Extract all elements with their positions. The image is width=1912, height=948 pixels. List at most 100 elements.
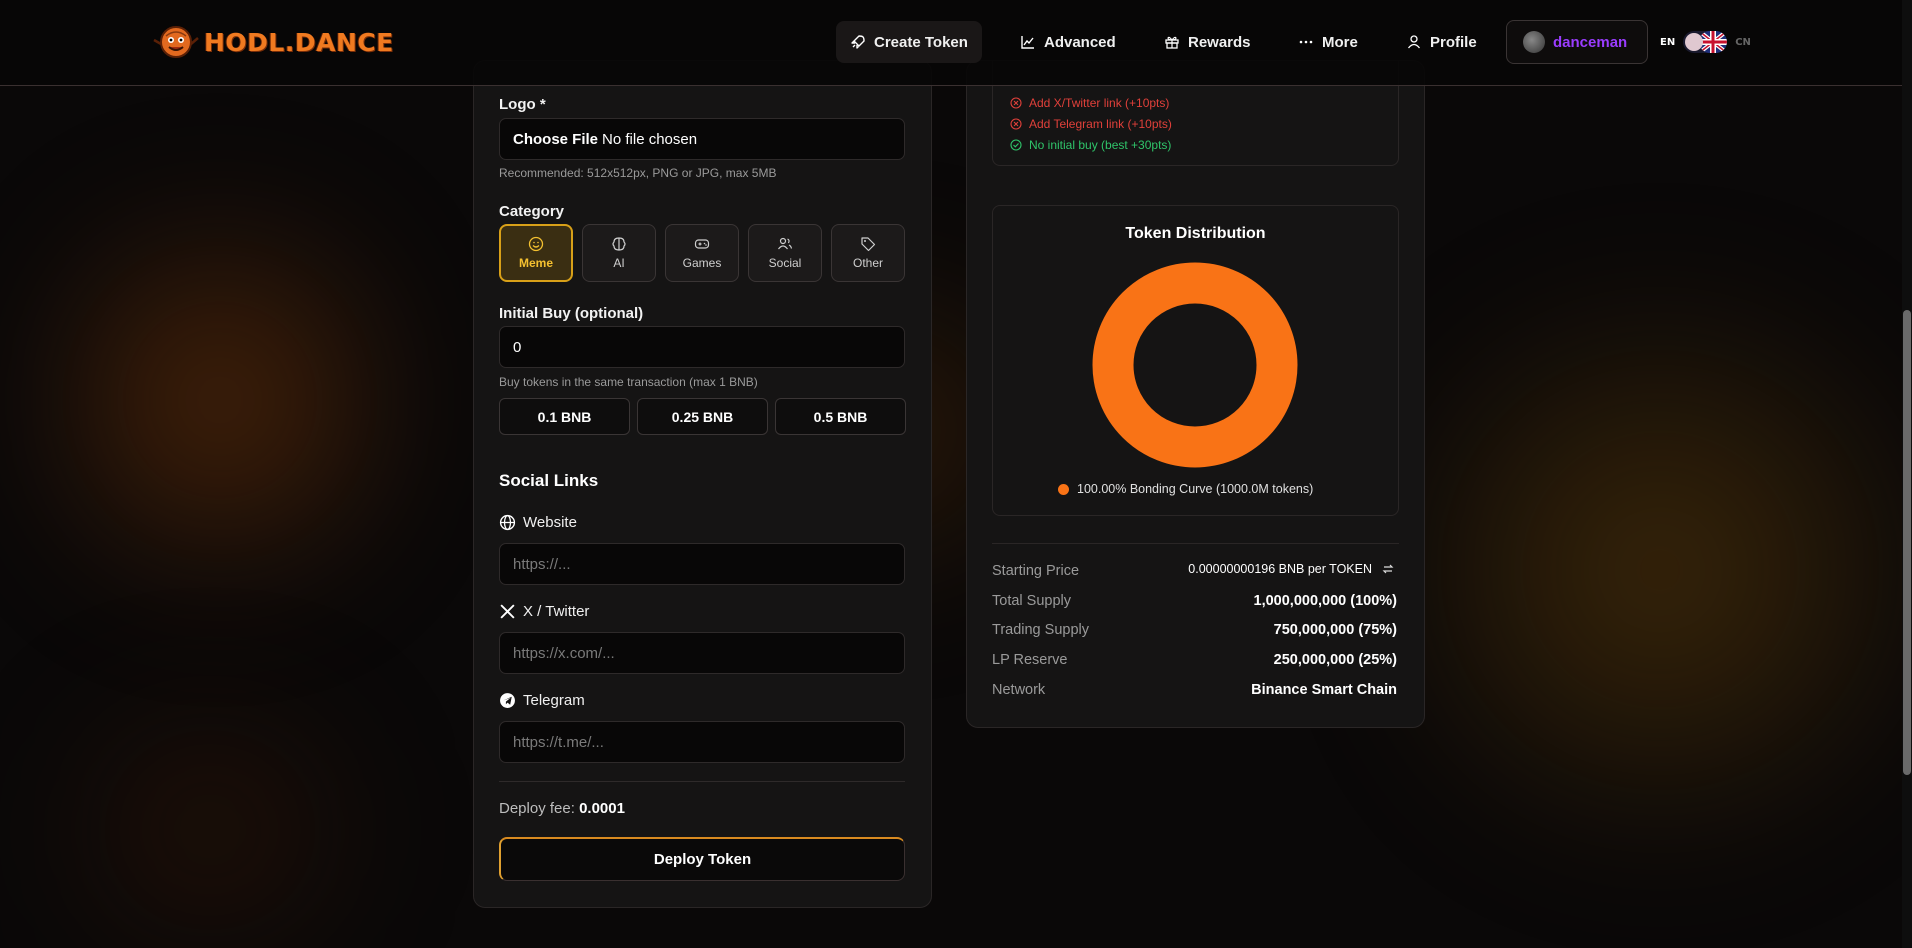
ellipsis-icon [1299,40,1313,44]
users-icon [778,237,793,250]
checklist-item-initial-buy: No initial buy (best +30pts) [1010,138,1171,152]
lang-cn-label: CN [1735,36,1751,48]
logo-file-input[interactable]: Choose File No file chosen [499,118,905,160]
gamepad-icon [694,239,710,249]
smile-icon [528,236,544,252]
deploy-fee-value: 0.0001 [579,800,625,817]
scrollbar-thumb[interactable] [1903,310,1911,775]
x-logo-icon [500,604,515,619]
nav-create-token-label: Create Token [874,33,968,51]
uk-flag-icon [1699,31,1728,53]
brand-name: HODL.DANCE [204,27,394,57]
trading-supply-value: 750,000,000 (75%) [1273,622,1397,638]
network-label: Network [992,682,1046,698]
lp-reserve-value: 250,000,000 (25%) [1273,652,1397,668]
website-input[interactable]: https://... [499,543,905,585]
trading-supply-label: Trading Supply [992,622,1089,638]
nav-rewards[interactable]: Rewards [1150,21,1265,63]
mascot-logo-icon [153,26,199,58]
quick-buy-0-1-button[interactable]: 0.1 BNB [499,398,630,435]
choose-file-button[interactable]: Choose File [513,131,598,148]
network-value: Binance Smart Chain [1251,682,1397,698]
globe-icon [499,514,516,531]
donut-segment-bonding-curve[interactable] [1092,262,1298,468]
top-nav-bar: HODL.DANCE Create Token Advanced Rewards… [0,0,1902,86]
logo-label: Logo * [499,96,546,113]
nav-more[interactable]: More [1284,21,1372,63]
category-label: Category [499,203,565,220]
initial-buy-input[interactable]: 0 [499,326,905,368]
checklist-item-telegram: Add Telegram link (+10pts) [1010,117,1172,131]
swap-icon[interactable] [1382,563,1394,575]
nav-rewards-label: Rewards [1188,33,1251,51]
telegram-input[interactable]: https://t.me/... [499,721,905,763]
nav-advanced-label: Advanced [1044,33,1116,51]
category-other[interactable]: Other [831,224,905,282]
twitter-label-text: X / Twitter [523,603,590,620]
background [0,0,1912,948]
checklist-item-twitter: Add X/Twitter link (+10pts) [1010,96,1169,110]
initial-buy-label: Initial Buy (optional) [499,305,644,322]
category-meme[interactable]: Meme [499,224,573,282]
starting-price-label: Starting Price [992,563,1080,579]
form-divider [499,781,905,782]
quick-buy-0-25-button[interactable]: 0.25 BNB [637,398,768,435]
category-ai[interactable]: AI [582,224,656,282]
logo-hint: Recommended: 512x512px, PNG or JPG, max … [499,166,777,180]
brand-logo[interactable]: HODL.DANCE [152,22,394,62]
twitter-input[interactable]: https://x.com/... [499,632,905,674]
legend-label: 100.00% Bonding Curve (1000.0M tokens) [1077,482,1314,496]
avatar [1523,31,1545,53]
deploy-token-button[interactable]: Deploy Token [499,837,905,881]
legend-dot [1058,483,1069,495]
checklist-item-telegram-text: Add Telegram link (+10pts) [1029,117,1172,131]
lang-en-label: EN [1660,36,1676,48]
category-games-label: Games [682,256,722,270]
token-distribution-title: Token Distribution [1125,225,1266,242]
telegram-label: Telegram [499,692,585,709]
starting-price-value: 0.00000000196 BNB per TOKEN [1188,562,1372,576]
tag-icon [861,237,876,252]
info-divider [992,543,1399,544]
twitter-label: X / Twitter [499,603,589,620]
gift-icon [1165,36,1179,49]
deploy-fee: Deploy fee: 0.0001 [499,800,625,817]
rocket-icon [851,35,865,49]
telegram-icon [500,693,515,708]
nav-advanced[interactable]: Advanced [1006,21,1130,63]
category-social-label: Social [768,256,802,270]
nav-profile[interactable]: Profile [1392,21,1491,63]
category-other-label: Other [852,256,883,270]
checklist-item-initial-buy-text: No initial buy (best +30pts) [1029,138,1172,152]
scrollbar-track[interactable] [1902,0,1912,948]
language-switch: EN CN [1660,30,1751,54]
username: danceman [1553,33,1628,51]
account-button[interactable]: danceman [1506,20,1648,64]
category-ai-label: AI [613,256,625,270]
distribution-legend: 100.00% Bonding Curve (1000.0M tokens) [1058,482,1313,496]
nav-profile-label: Profile [1430,33,1477,51]
quick-buy-0-5-button[interactable]: 0.5 BNB [775,398,906,435]
user-icon [1407,35,1421,49]
category-games[interactable]: Games [665,224,739,282]
lp-reserve-label: LP Reserve [992,652,1068,668]
total-supply-label: Total Supply [992,593,1071,609]
website-label-text: Website [523,514,577,531]
chart-line-icon [1021,36,1034,49]
starting-price: 0.00000000196 BNB per TOKEN [1188,562,1394,576]
category-social[interactable]: Social [748,224,822,282]
deploy-fee-label: Deploy fee: [499,800,575,817]
nav-more-label: More [1322,33,1358,51]
x-circle-icon [1010,118,1022,130]
initial-buy-hint: Buy tokens in the same transaction (max … [499,375,758,389]
checklist-item-twitter-text: Add X/Twitter link (+10pts) [1029,96,1170,110]
brain-icon [612,237,626,251]
telegram-label-text: Telegram [523,692,585,709]
language-toggle[interactable] [1683,31,1728,53]
total-supply-value: 1,000,000,000 (100%) [1253,593,1398,609]
distribution-donut-chart [1092,262,1298,468]
social-links-heading: Social Links [499,471,599,490]
file-status: No file chosen [602,130,698,148]
website-label: Website [499,514,577,531]
nav-create-token[interactable]: Create Token [836,21,982,63]
